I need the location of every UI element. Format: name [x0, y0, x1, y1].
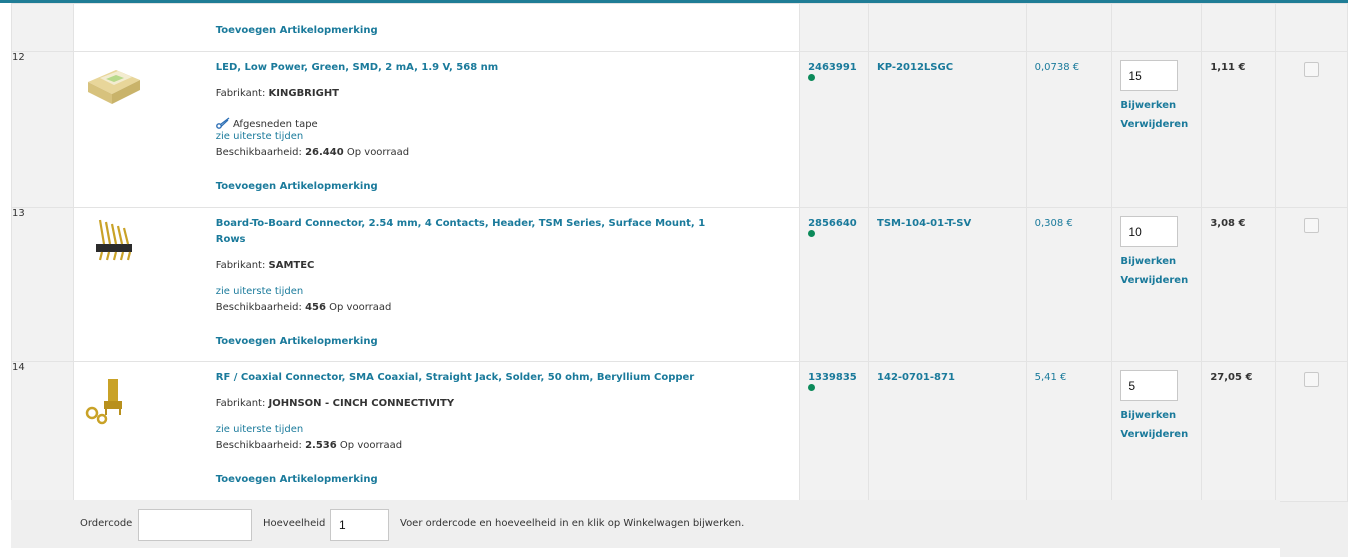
scissors-icon [215, 117, 230, 129]
lead-time-link[interactable]: zie uiterste tijden [216, 131, 303, 142]
manufacturer-label: Fabrikant: [215, 260, 266, 271]
quick-quantity-input[interactable] [330, 509, 389, 541]
manufacturer-part-link[interactable]: 142-0701-871 [877, 372, 955, 383]
ordercode-input[interactable] [138, 509, 252, 541]
product-image-led [87, 70, 140, 104]
cart-row: 13 Board-To-Board Connector, 2.54 mm, 4 … [11, 207, 1348, 362]
unit-price: 0,308 € [1034, 218, 1073, 229]
product-title-link[interactable]: Board-To-Board Connector, 2.54 mm, 4 Con… [216, 216, 736, 248]
add-item-note-link[interactable]: Toevoegen Artikelopmerking [216, 336, 378, 347]
lead-time-link[interactable]: zie uiterste tijden [216, 286, 303, 297]
cart-row: 12 LED, Low Power, Green, SMD, 2 mA, 1.9… [11, 51, 1348, 208]
update-button[interactable]: Bijwerken [1120, 100, 1201, 111]
row-number: 14 [11, 361, 74, 502]
unit-price: 5,41 € [1034, 372, 1067, 383]
product-image-sma-connector [85, 379, 122, 425]
add-item-note-link[interactable]: Toevoegen Artikelopmerking [216, 474, 378, 485]
availability-qty: 456 [305, 302, 326, 313]
select-checkbox[interactable] [1304, 62, 1320, 77]
update-button[interactable]: Bijwerken [1120, 256, 1201, 267]
product-image-header-connector [95, 219, 132, 261]
stock-indicator-icon [808, 74, 816, 81]
quantity-label: Hoeveelheid [263, 518, 326, 529]
product-title-link[interactable]: RF / Coaxial Connector, SMA Coaxial, Str… [216, 372, 694, 383]
update-button[interactable]: Bijwerken [1120, 410, 1201, 421]
remove-button[interactable]: Verwijderen [1120, 429, 1201, 440]
quick-add-instruction: Voer ordercode en hoeveelheid in en klik… [400, 518, 745, 529]
line-total: 1,11 € [1210, 62, 1246, 73]
row-number: 12 [11, 51, 74, 208]
availability-qty: 26.440 [305, 147, 344, 158]
manufacturer-name: JOHNSON - CINCH CONNECTIVITY [268, 398, 455, 409]
stock-indicator-icon [808, 384, 816, 391]
quick-add-bar: Ordercode Hoeveelheid Voer ordercode en … [11, 500, 1280, 548]
line-total: 27,05 € [1210, 372, 1253, 383]
availability-qty: 2.536 [305, 440, 337, 451]
order-code-link[interactable]: 1339835 [808, 372, 857, 383]
availability-label: Beschikbaarheid: [215, 302, 302, 313]
stock-indicator-icon [808, 230, 816, 237]
manufacturer-part-link[interactable]: TSM-104-01-T-SV [877, 218, 971, 229]
manufacturer-part-link[interactable]: KP-2012LSGC [877, 62, 953, 73]
ordercode-label: Ordercode [80, 518, 133, 529]
lead-time-link[interactable]: zie uiterste tijden [216, 424, 303, 435]
manufacturer-label: Fabrikant: [215, 88, 266, 99]
availability-status: Op voorraad [329, 302, 392, 313]
remove-button[interactable]: Verwijderen [1120, 119, 1201, 130]
product-title-link[interactable]: LED, Low Power, Green, SMD, 2 mA, 1.9 V,… [216, 62, 498, 73]
cart-table: Toevoegen Artikelopmerking 12 LED, Low P… [11, 3, 1348, 502]
availability-label: Beschikbaarheid: [215, 147, 302, 158]
add-item-note-link[interactable]: Toevoegen Artikelopmerking [216, 181, 378, 192]
packaging-type: Afgesneden tape [232, 119, 318, 130]
order-code-link[interactable]: 2463991 [808, 62, 857, 73]
manufacturer-name: KINGBRIGHT [268, 88, 340, 99]
line-total: 3,08 € [1210, 218, 1246, 229]
select-checkbox[interactable] [1304, 218, 1320, 233]
quantity-input[interactable] [1120, 216, 1179, 247]
row-number: 13 [11, 207, 74, 362]
unit-price: 0,0738 € [1034, 62, 1080, 73]
availability-label: Beschikbaarheid: [215, 440, 302, 451]
manufacturer-label: Fabrikant: [215, 398, 266, 409]
cart-row-partial: Toevoegen Artikelopmerking [11, 3, 1348, 52]
order-code-link[interactable]: 2856640 [808, 218, 857, 229]
select-checkbox[interactable] [1304, 372, 1320, 387]
quantity-input[interactable] [1120, 60, 1179, 91]
remove-button[interactable]: Verwijderen [1120, 275, 1201, 286]
availability-status: Op voorraad [339, 440, 403, 451]
quantity-input[interactable] [1120, 370, 1179, 401]
manufacturer-name: SAMTEC [268, 260, 315, 271]
add-item-note-link[interactable]: Toevoegen Artikelopmerking [216, 25, 378, 36]
availability-status: Op voorraad [346, 147, 410, 158]
cart-row: 14 RF / Coaxial Connector, SMA Coaxial, … [11, 361, 1348, 502]
